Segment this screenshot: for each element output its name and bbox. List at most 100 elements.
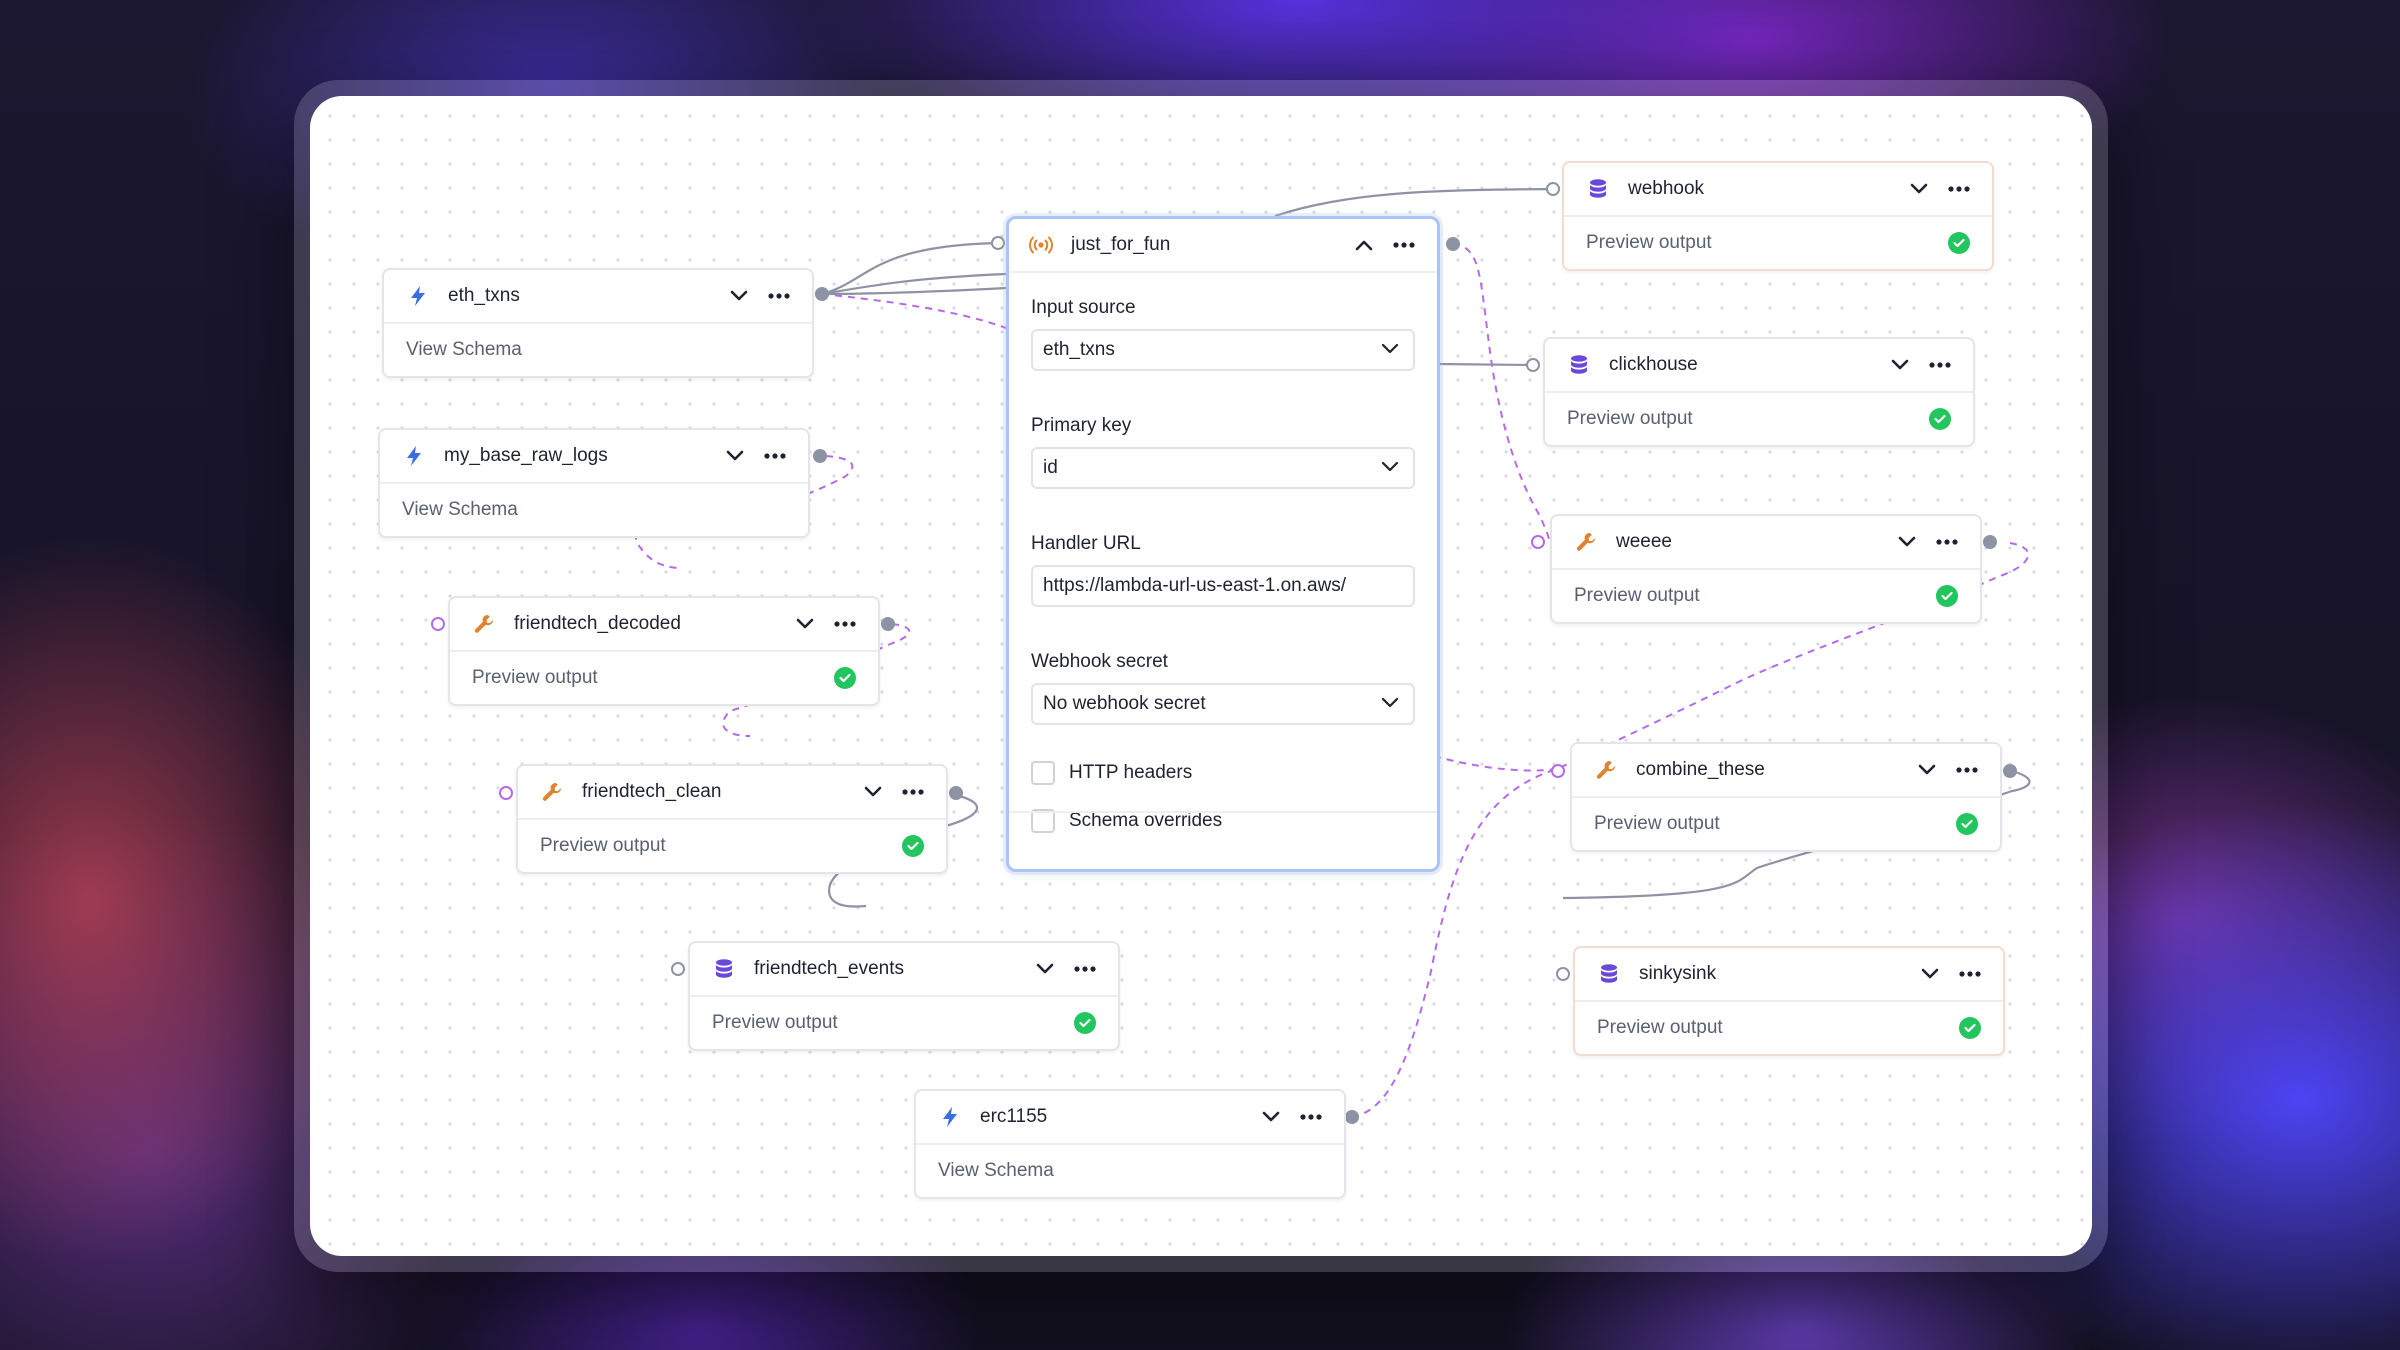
preview-output-link[interactable]: Preview output <box>1586 232 1712 254</box>
view-schema-link[interactable]: View Schema <box>402 499 518 521</box>
more-options-icon[interactable] <box>1954 757 1980 783</box>
node-friendtech-events[interactable]: friendtech_events Preview output <box>688 941 1120 1051</box>
chevron-down-icon[interactable] <box>726 283 752 309</box>
more-options-icon[interactable] <box>762 443 788 469</box>
more-options-icon[interactable] <box>1298 1104 1324 1130</box>
chevron-up-icon[interactable] <box>1351 232 1377 258</box>
handle-clean-in <box>499 786 513 800</box>
view-schema-link[interactable]: View Schema <box>406 339 522 361</box>
database-icon <box>1567 353 1591 377</box>
node-weeee[interactable]: weeee Preview output <box>1550 514 1982 624</box>
node-my-base-raw-logs[interactable]: my_base_raw_logs View Schema <box>378 428 810 538</box>
preview-output-link[interactable]: Preview output <box>1594 813 1720 835</box>
input-source-select[interactable]: eth_txns <box>1031 329 1415 371</box>
more-options-icon[interactable] <box>900 779 926 805</box>
handler-url-value: https://lambda-url-us-east-1.on.aws/ <box>1043 575 1347 596</box>
success-check-icon <box>1074 1012 1096 1034</box>
node-combine-these[interactable]: combine_these Preview output <box>1570 742 2002 852</box>
edge-main-to-clickhouse <box>1436 362 1534 367</box>
chevron-down-icon[interactable] <box>1894 529 1920 555</box>
edge-eth-txns-to-main-1 <box>821 241 999 296</box>
handle-clean-out <box>949 786 963 800</box>
chevron-down-icon <box>1381 693 1399 715</box>
node-just-for-fun[interactable]: just_for_fun Input source eth_txns Prima… <box>1006 216 1440 872</box>
node-title: my_base_raw_logs <box>444 445 608 466</box>
node-erc1155[interactable]: erc1155 View Schema <box>914 1089 1346 1199</box>
edge-eth-txns-to-main-2 <box>821 272 1007 296</box>
node-sinkysink[interactable]: sinkysink Preview output <box>1573 946 2005 1056</box>
node-title: friendtech_clean <box>582 781 722 802</box>
handle-combine-in <box>1551 764 1565 778</box>
handler-url-input[interactable]: https://lambda-url-us-east-1.on.aws/ <box>1031 565 1415 607</box>
node-title: webhook <box>1628 178 1705 199</box>
node-title: eth_txns <box>448 285 520 306</box>
lightning-icon <box>938 1105 962 1129</box>
database-icon <box>1586 177 1610 201</box>
wrench-icon <box>540 780 564 804</box>
more-options-icon[interactable] <box>1927 352 1953 378</box>
more-options-icon[interactable] <box>1957 961 1983 987</box>
more-options-icon[interactable] <box>1072 956 1098 982</box>
webhook-secret-select[interactable]: No webhook secret <box>1031 683 1415 725</box>
http-headers-option[interactable]: HTTP headers <box>1031 749 1415 797</box>
http-headers-label: HTTP headers <box>1069 762 1193 783</box>
chevron-down-icon[interactable] <box>1032 956 1058 982</box>
chevron-down-icon[interactable] <box>1906 176 1932 202</box>
node-friendtech-clean[interactable]: friendtech_clean Preview output <box>516 764 948 874</box>
chevron-down-icon[interactable] <box>1914 757 1940 783</box>
preview-output-link[interactable]: Preview output <box>472 667 598 689</box>
node-title: combine_these <box>1636 759 1765 780</box>
preview-output-link[interactable]: Preview output <box>712 1012 838 1034</box>
success-check-icon <box>1948 232 1970 254</box>
chevron-down-icon[interactable] <box>792 611 818 637</box>
primary-key-value: id <box>1043 457 1058 478</box>
node-title: clickhouse <box>1609 354 1698 375</box>
database-icon <box>1597 962 1621 986</box>
node-eth-txns[interactable]: eth_txns View Schema <box>382 268 814 378</box>
handle-combine-out <box>2003 764 2017 778</box>
chevron-down-icon[interactable] <box>1887 352 1913 378</box>
node-title: just_for_fun <box>1071 234 1171 255</box>
wrench-icon <box>472 612 496 636</box>
view-schema-link[interactable]: View Schema <box>938 1160 1054 1182</box>
node-clickhouse[interactable]: clickhouse Preview output <box>1543 337 1975 447</box>
edge-eth-txns-to-main-dashed <box>821 293 1007 329</box>
preview-output-link[interactable]: Preview output <box>1567 408 1693 430</box>
node-webhook[interactable]: webhook Preview output <box>1562 161 1994 271</box>
handle-decoded-in <box>431 617 445 631</box>
more-options-icon[interactable] <box>1934 529 1960 555</box>
handle-decoded-out <box>881 617 895 631</box>
node-friendtech-decoded[interactable]: friendtech_decoded Preview output <box>448 596 880 706</box>
success-check-icon <box>1936 585 1958 607</box>
chevron-down-icon[interactable] <box>860 779 886 805</box>
chevron-down-icon[interactable] <box>1258 1104 1284 1130</box>
wrench-icon <box>1594 758 1618 782</box>
preview-output-link[interactable]: Preview output <box>1597 1017 1723 1039</box>
pipeline-canvas[interactable]: eth_txns View Schema my_base_raw_logs Vi… <box>310 96 2092 1256</box>
http-headers-checkbox[interactable] <box>1031 761 1055 785</box>
preview-output-link[interactable]: Preview output <box>1574 585 1700 607</box>
input-source-value: eth_txns <box>1043 339 1115 360</box>
chevron-down-icon[interactable] <box>722 443 748 469</box>
more-options-icon[interactable] <box>1946 176 1972 202</box>
primary-key-select[interactable]: id <box>1031 447 1415 489</box>
more-options-icon[interactable] <box>832 611 858 637</box>
broadcast-icon <box>1029 233 1053 257</box>
primary-key-label: Primary key <box>1031 415 1132 436</box>
handle-erc1155-out <box>1345 1110 1359 1124</box>
success-check-icon <box>1929 408 1951 430</box>
handle-raw-logs-out <box>813 449 827 463</box>
handle-sinkysink-in <box>1556 967 1570 981</box>
input-source-label: Input source <box>1031 297 1136 318</box>
node-config-form: Input source eth_txns Primary key id Han… <box>1009 273 1437 845</box>
chevron-down-icon[interactable] <box>1917 961 1943 987</box>
more-options-icon[interactable] <box>766 283 792 309</box>
preview-output-link[interactable]: Preview output <box>540 835 666 857</box>
webhook-secret-value: No webhook secret <box>1043 693 1206 714</box>
handle-clickhouse-in <box>1526 358 1540 372</box>
node-title: sinkysink <box>1639 963 1717 984</box>
more-options-icon[interactable] <box>1391 232 1417 258</box>
success-check-icon <box>1959 1017 1981 1039</box>
handle-main-out <box>1446 237 1460 251</box>
edge-main-to-combine <box>1433 755 1558 772</box>
